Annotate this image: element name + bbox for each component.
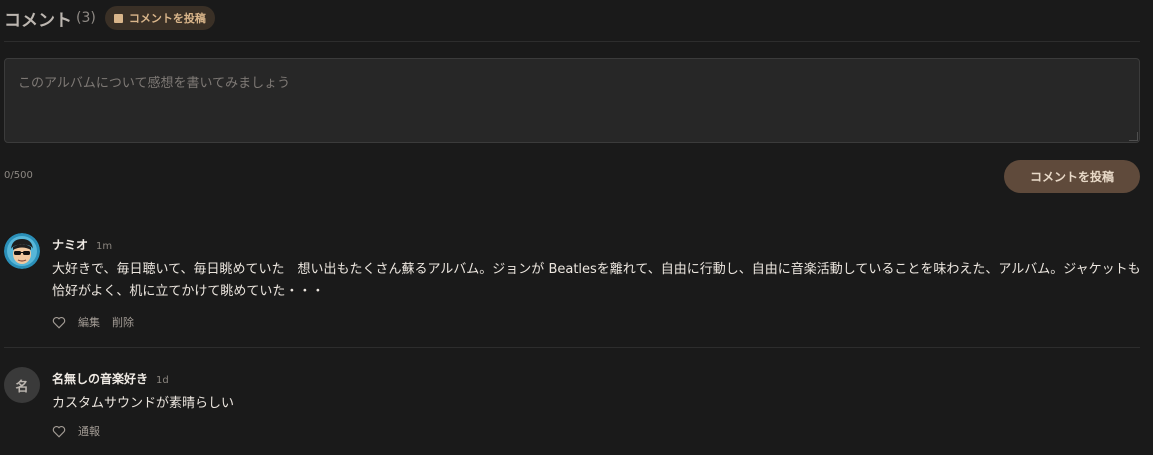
avatar-letter: 名	[15, 379, 29, 395]
avatar[interactable]: 名	[4, 367, 40, 403]
resize-handle-icon[interactable]	[1129, 132, 1138, 141]
comment-text: カスタムサウンドが素晴らしい	[52, 396, 235, 411]
comment-meta: 名無しの音楽好き 1d	[52, 370, 169, 387]
comment-actions: 通報	[52, 423, 100, 439]
comment-text: 大好きで、毎日聴いて、毎日眺めていた 想い出もたくさん蘇るアルバム。ジョンが B…	[52, 262, 1141, 299]
char-counter: 0/500	[4, 170, 33, 181]
comment-actions: 編集 削除	[52, 314, 134, 330]
comment-divider	[4, 347, 1140, 348]
submit-comment-button[interactable]: コメントを投稿	[1004, 160, 1140, 193]
comment-input[interactable]	[4, 58, 1140, 143]
delete-link[interactable]: 削除	[112, 314, 134, 330]
comment-meta: ナミオ 1m	[52, 236, 112, 253]
comment-time: 1m	[96, 241, 113, 252]
comments-header: コメント (3) コメントを投稿	[4, 6, 215, 31]
user-avatar-icon	[4, 233, 40, 269]
comment-author[interactable]: 名無しの音楽好き	[52, 370, 148, 387]
report-link[interactable]: 通報	[78, 423, 100, 439]
heart-icon[interactable]	[52, 425, 66, 438]
edit-link[interactable]: 編集	[78, 314, 100, 330]
comments-count: (3)	[76, 10, 96, 26]
post-comment-pill-label: コメントを投稿	[128, 12, 206, 25]
comments-title: コメント	[4, 10, 72, 31]
comment-time: 1d	[156, 375, 169, 386]
heart-icon[interactable]	[52, 316, 66, 329]
header-divider	[4, 41, 1140, 42]
avatar[interactable]	[4, 233, 40, 269]
comment-author[interactable]: ナミオ	[52, 236, 88, 253]
comment-flag-icon	[113, 13, 123, 23]
comments-section: コメント (3) コメントを投稿 0/500 コメントを投稿	[0, 0, 1153, 455]
post-comment-pill-button[interactable]: コメントを投稿	[104, 6, 215, 30]
